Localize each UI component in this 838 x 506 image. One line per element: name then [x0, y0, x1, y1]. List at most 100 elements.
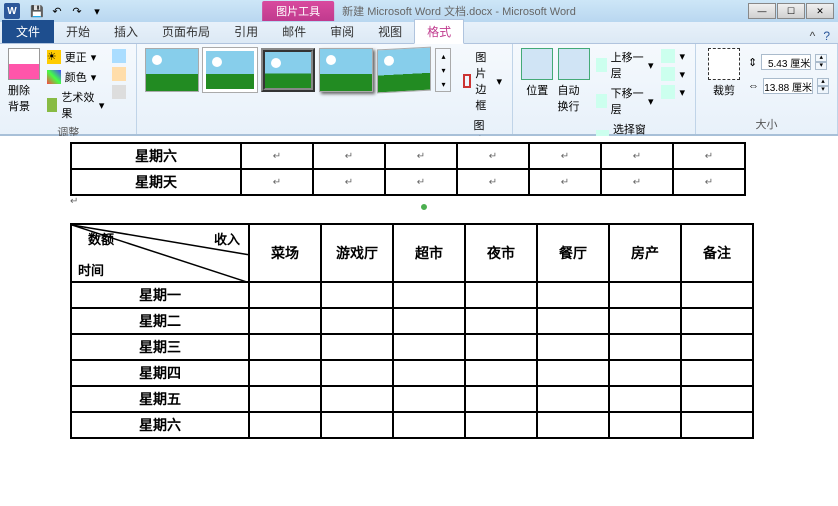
position-button[interactable]: 位置 [521, 48, 554, 98]
table-cell[interactable] [537, 334, 609, 360]
table-header-row[interactable]: 数额 收入 时间 菜场 游戏厅 超市 夜市 餐厅 房产 备注 [71, 224, 753, 282]
table-cell[interactable] [321, 386, 393, 412]
table-row[interactable]: 星期六 [71, 412, 753, 438]
row-label[interactable]: 星期六 [71, 143, 241, 169]
table-cell[interactable] [321, 308, 393, 334]
minimize-button[interactable]: — [748, 3, 776, 19]
table-cell[interactable] [681, 282, 753, 308]
reset-picture-icon[interactable] [110, 84, 128, 100]
table-cell[interactable] [249, 412, 321, 438]
bring-forward-button[interactable]: 上移一层 ▾ [594, 48, 655, 82]
table-cell[interactable] [609, 360, 681, 386]
table-cell[interactable]: ↵ [673, 169, 745, 195]
col-header[interactable]: 游戏厅 [321, 224, 393, 282]
height-input[interactable] [761, 54, 811, 70]
table-cell[interactable] [393, 308, 465, 334]
close-button[interactable]: ✕ [806, 3, 834, 19]
table-row[interactable]: 星期天 ↵ ↵ ↵ ↵ ↵ ↵ ↵ [71, 169, 745, 195]
style-preset-2[interactable] [203, 48, 257, 92]
corrections-button[interactable]: ☀ 更正 ▾ [45, 48, 107, 66]
table-row[interactable]: 星期五 [71, 386, 753, 412]
table-cell[interactable] [465, 334, 537, 360]
table-cell[interactable]: ↵ [529, 169, 601, 195]
row-label[interactable]: 星期五 [71, 386, 249, 412]
table-cell[interactable]: ↵ [241, 169, 313, 195]
color-button[interactable]: 颜色 ▾ [45, 68, 107, 86]
width-spin-down[interactable]: ▾ [817, 86, 829, 94]
table-row[interactable]: 星期二 [71, 308, 753, 334]
col-header[interactable]: 备注 [681, 224, 753, 282]
table-cell[interactable] [609, 386, 681, 412]
table-cell[interactable] [465, 386, 537, 412]
col-header[interactable]: 超市 [393, 224, 465, 282]
maximize-button[interactable]: ☐ [777, 3, 805, 19]
compress-icon[interactable] [110, 48, 128, 64]
table-cell[interactable]: ↵ [313, 169, 385, 195]
table-cell[interactable] [537, 308, 609, 334]
height-spin-down[interactable]: ▾ [815, 62, 827, 70]
wrap-text-button[interactable]: 自动换行 [558, 48, 591, 114]
row-label[interactable]: 星期天 [71, 169, 241, 195]
style-preset-4[interactable] [319, 48, 373, 92]
table-top[interactable]: 星期六 ↵ ↵ ↵ ↵ ↵ ↵ ↵ 星期天 ↵ ↵ ↵ ↵ ↵ ↵ ↵ [70, 142, 746, 196]
align-button[interactable]: ▾ [659, 48, 687, 64]
table-cell[interactable] [537, 360, 609, 386]
table-cell[interactable]: ↵ [601, 143, 673, 169]
qat-dropdown-icon[interactable]: ▾ [88, 2, 106, 20]
col-header[interactable]: 房产 [609, 224, 681, 282]
rotation-handle[interactable] [420, 203, 428, 211]
tab-mailings[interactable]: 邮件 [270, 20, 318, 43]
table-row[interactable]: 星期四 [71, 360, 753, 386]
table-cell[interactable] [321, 334, 393, 360]
row-label[interactable]: 星期六 [71, 412, 249, 438]
table-cell[interactable] [249, 360, 321, 386]
table-cell[interactable]: ↵ [385, 143, 457, 169]
tab-view[interactable]: 视图 [366, 20, 414, 43]
tab-file[interactable]: 文件 [2, 20, 54, 43]
table-cell[interactable]: ↵ [385, 169, 457, 195]
row-label[interactable]: 星期二 [71, 308, 249, 334]
row-label[interactable]: 星期四 [71, 360, 249, 386]
table-cell[interactable] [537, 386, 609, 412]
rotate-button[interactable]: ▾ [659, 84, 687, 100]
height-spin-up[interactable]: ▴ [815, 54, 827, 62]
artistic-effects-button[interactable]: 艺术效果 ▾ [45, 88, 107, 122]
col-header[interactable]: 餐厅 [537, 224, 609, 282]
table-row[interactable]: 星期三 [71, 334, 753, 360]
table-cell[interactable] [681, 360, 753, 386]
table-cell[interactable] [465, 360, 537, 386]
table-cell[interactable] [537, 282, 609, 308]
table-cell[interactable] [249, 386, 321, 412]
table-cell[interactable]: ↵ [313, 143, 385, 169]
row-label[interactable]: 星期三 [71, 334, 249, 360]
minimize-ribbon-icon[interactable]: ^ [810, 29, 816, 43]
tab-insert[interactable]: 插入 [102, 20, 150, 43]
width-spin-up[interactable]: ▴ [817, 78, 829, 86]
undo-icon[interactable]: ↶ [48, 2, 66, 20]
table-cell[interactable] [609, 308, 681, 334]
change-picture-icon[interactable] [110, 66, 128, 82]
style-preset-3[interactable] [261, 48, 315, 92]
table-cell[interactable] [393, 386, 465, 412]
table-cell[interactable] [465, 412, 537, 438]
table-cell[interactable] [609, 282, 681, 308]
table-cell[interactable] [321, 412, 393, 438]
group-button[interactable]: ▾ [659, 66, 687, 82]
table-cell[interactable] [609, 334, 681, 360]
table-cell[interactable] [393, 360, 465, 386]
table-cell[interactable]: ↵ [673, 143, 745, 169]
row-label[interactable]: 星期一 [71, 282, 249, 308]
col-header[interactable]: 菜场 [249, 224, 321, 282]
table-cell[interactable] [321, 360, 393, 386]
table-cell[interactable]: ↵ [241, 143, 313, 169]
save-icon[interactable]: 💾 [28, 2, 46, 20]
remove-background-button[interactable]: 删除背景 [8, 48, 41, 114]
table-main[interactable]: 数额 收入 时间 菜场 游戏厅 超市 夜市 餐厅 房产 备注 星期一 星期二 星… [70, 223, 754, 439]
table-cell[interactable]: ↵ [457, 169, 529, 195]
tab-review[interactable]: 审阅 [318, 20, 366, 43]
table-cell[interactable] [249, 334, 321, 360]
document-area[interactable]: 星期六 ↵ ↵ ↵ ↵ ↵ ↵ ↵ 星期天 ↵ ↵ ↵ ↵ ↵ ↵ ↵ ↵ [0, 136, 838, 506]
table-cell[interactable] [393, 334, 465, 360]
table-cell[interactable] [681, 334, 753, 360]
table-cell[interactable]: ↵ [457, 143, 529, 169]
